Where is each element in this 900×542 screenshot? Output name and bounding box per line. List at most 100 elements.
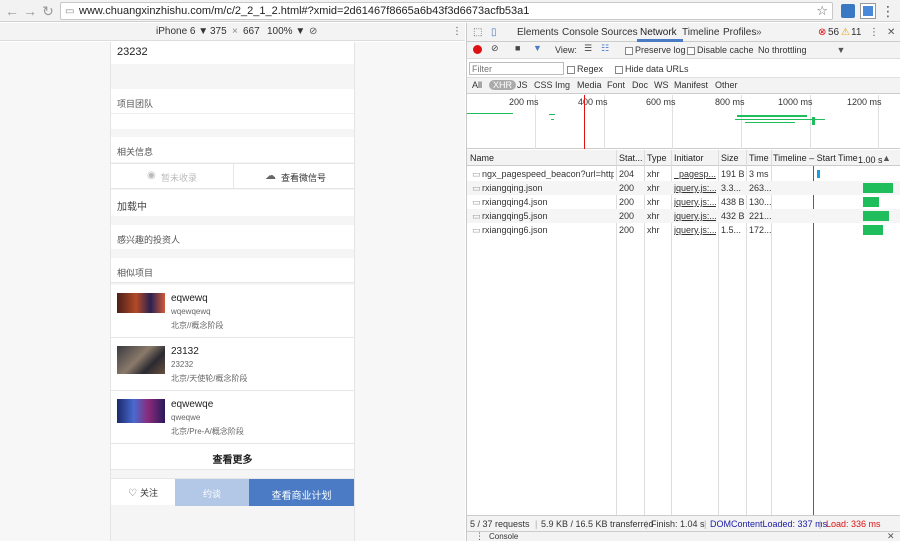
console-drawer-tab[interactable]: Console (489, 532, 518, 541)
back-icon[interactable]: ← (4, 3, 20, 19)
type-img[interactable]: Img (555, 80, 570, 90)
waterfall-icon[interactable]: ☷ (601, 43, 609, 54)
device-height[interactable]: 667 (243, 26, 260, 37)
request-initiator[interactable]: jquery.js:... (674, 211, 716, 221)
type-font[interactable]: Font (607, 80, 625, 90)
type-media[interactable]: Media (577, 80, 602, 90)
device-menu-icon[interactable]: ⋮ (452, 26, 462, 37)
type-js[interactable]: JS (517, 80, 528, 90)
value-card: 23232 (111, 42, 354, 64)
throttling-select[interactable]: No throttling ▼ (758, 45, 845, 55)
settings-menu-icon[interactable]: ⋮ (869, 27, 879, 38)
list-item[interactable]: eqwewq wqewqewq 北京//概念阶段 (111, 285, 354, 338)
list-item[interactable]: eqwewqe qweqwe 北京/Pre-A/概念阶段 (111, 391, 354, 444)
zoom-select[interactable]: 100% ▼ (267, 26, 305, 37)
filter-input[interactable] (469, 62, 564, 75)
network-overview: 200 ms 400 ms 600 ms 800 ms 1000 ms 1200… (467, 95, 900, 149)
reload-icon[interactable]: ↻ (40, 3, 56, 19)
warning-count[interactable]: 11 (851, 27, 861, 38)
address-bar[interactable]: ▭ www.chuangxinzhishu.com/m/c/2_2_1_2.ht… (60, 2, 833, 20)
project-location: 北京/Pre-A/概念阶段 (171, 427, 244, 436)
type-doc[interactable]: Doc (632, 80, 648, 90)
list-item[interactable]: 23132 23232 北京/天使轮/概念阶段 (111, 338, 354, 391)
tab-console[interactable]: Console (562, 27, 599, 38)
forward-icon[interactable]: → (22, 3, 38, 19)
table-row[interactable]: ▭ rxiangqing.json 200 xhr jquery.js:... … (467, 181, 900, 195)
tab-profiles[interactable]: Profiles (723, 27, 756, 38)
follow-label: 关注 (140, 488, 159, 498)
type-ws[interactable]: WS (654, 80, 669, 90)
device-width[interactable]: 375 (210, 26, 227, 37)
file-icon: ▭ (472, 183, 481, 193)
type-all[interactable]: All (472, 80, 482, 90)
tab-timeline[interactable]: Timeline (682, 27, 719, 38)
see-more-button[interactable]: 查看更多 (111, 444, 354, 470)
invite-button[interactable]: 约谈 (175, 479, 249, 506)
overview-bar (812, 117, 815, 125)
menu-icon[interactable]: ⋮ (880, 3, 896, 19)
tab-elements[interactable]: Elements (517, 27, 559, 38)
request-initiator[interactable]: jquery.js:... (674, 225, 716, 235)
rotate-icon[interactable]: ⊘ (309, 26, 317, 37)
request-status: 200 (619, 183, 635, 193)
request-name: rxiangqing.json (482, 183, 543, 193)
table-row[interactable]: ▭ rxiangqing5.json 200 xhr jquery.js:...… (467, 209, 900, 223)
wechat-button[interactable]: ☁ 查看微信号 (235, 164, 354, 188)
preserve-log-checkbox[interactable]: Preserve log (625, 45, 686, 55)
extension-icon[interactable] (841, 4, 855, 18)
table-row[interactable]: ▭ rxiangqing6.json 200 xhr jquery.js:...… (467, 223, 900, 237)
bookmark-star-icon[interactable]: ☆ (816, 3, 828, 19)
view-label: View: (555, 45, 577, 55)
inspect-icon[interactable]: ⬚ (473, 27, 482, 38)
not-collected-button[interactable]: ◉ 暂未收录 (111, 164, 234, 188)
type-other[interactable]: Other (715, 80, 738, 90)
capture-screenshots-icon[interactable]: ■ (515, 43, 520, 53)
table-row[interactable]: ▭ rxiangqing4.json 200 xhr jquery.js:...… (467, 195, 900, 209)
col-name[interactable]: Name (470, 153, 494, 163)
overview-bar (737, 115, 807, 117)
status-separator: | (704, 519, 707, 529)
type-xhr[interactable]: XHR (489, 80, 517, 90)
col-type[interactable]: Type (647, 153, 667, 163)
record-icon[interactable] (473, 45, 482, 54)
large-rows-icon[interactable]: ☰ (584, 43, 592, 54)
close-drawer-icon[interactable]: ✕ (887, 531, 895, 542)
col-size[interactable]: Size (721, 153, 739, 163)
col-status[interactable]: Stat... (619, 153, 643, 163)
disable-cache-checkbox[interactable]: Disable cache (687, 45, 754, 55)
error-count[interactable]: 56 (828, 27, 839, 38)
team-label: 项目团队 (117, 99, 154, 109)
drawer-menu-icon[interactable]: ⋮ (475, 531, 484, 542)
similar-header: 相似项目 (111, 258, 354, 283)
clear-icon[interactable]: ⊘ (491, 43, 499, 54)
request-status: 200 (619, 225, 635, 235)
device-select[interactable]: iPhone 6 ▼ (156, 26, 208, 37)
hide-data-urls-checkbox[interactable]: Hide data URLs (615, 64, 689, 74)
status-separator: | (819, 519, 822, 529)
loading-row: 加载中 (111, 190, 354, 216)
filter-icon[interactable]: ▼ (533, 43, 542, 53)
request-initiator[interactable]: jquery.js:... (674, 197, 716, 207)
tab-network[interactable]: Network (640, 27, 677, 38)
close-icon[interactable]: ✕ (887, 27, 895, 38)
sort-up-icon[interactable]: ▲ (882, 153, 891, 163)
type-css[interactable]: CSS (534, 80, 553, 90)
follow-button[interactable]: ♡ 关注 (111, 479, 175, 506)
heart-icon: ♡ (127, 488, 137, 499)
business-plan-button[interactable]: 查看商业计划 (249, 479, 354, 506)
table-row[interactable]: ▭ ngx_pagespeed_beacon?url=http%... 204 … (467, 167, 900, 181)
project-desc: 23232 (171, 360, 194, 369)
request-initiator[interactable]: _pagesp... (674, 169, 716, 179)
tick-label: 800 ms (715, 97, 745, 107)
col-initiator[interactable]: Initiator (674, 153, 704, 163)
regex-checkbox[interactable]: Regex (567, 64, 603, 74)
tab-sources[interactable]: Sources (601, 27, 638, 38)
col-time[interactable]: Time (749, 153, 769, 163)
cast-icon[interactable] (860, 3, 876, 19)
request-initiator[interactable]: jquery.js:... (674, 183, 716, 193)
more-tabs-icon[interactable]: » (756, 27, 762, 38)
col-timeline[interactable]: Timeline – Start Time (773, 153, 858, 163)
related-actions: ◉ 暂未收录 ☁ 查看微信号 (111, 163, 354, 189)
device-mode-icon[interactable]: ▯ (491, 27, 497, 38)
type-manifest[interactable]: Manifest (674, 80, 708, 90)
